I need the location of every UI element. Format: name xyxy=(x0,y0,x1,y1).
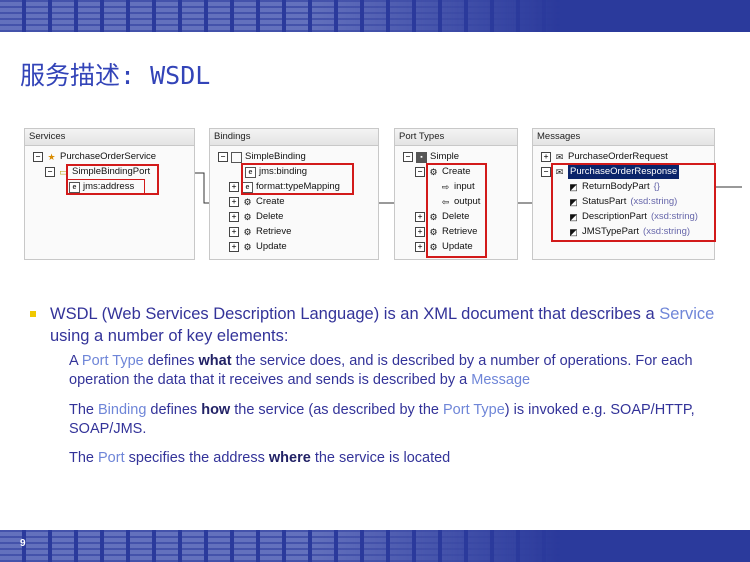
highlight-box-jms-address xyxy=(66,179,145,195)
service-item[interactable]: − ★ PurchaseOrderService xyxy=(33,150,156,164)
operation-label: Retrieve xyxy=(256,226,292,237)
binding-op-create[interactable]: + ⚙ Create xyxy=(229,195,285,209)
binding-item[interactable]: − SimpleBinding xyxy=(218,150,306,164)
port-types-header: Port Types xyxy=(395,129,517,146)
collapse-icon[interactable]: − xyxy=(45,167,55,177)
term-port: Port xyxy=(98,450,125,466)
text-span: A xyxy=(69,353,82,369)
top-banner xyxy=(0,0,750,32)
collapse-icon[interactable]: − xyxy=(541,167,551,177)
envelope-icon: ✉ xyxy=(555,152,564,162)
expand-icon[interactable]: + xyxy=(229,212,239,222)
binding-op-retrieve[interactable]: + ⚙ Retrieve xyxy=(229,225,291,239)
text-span: WSDL (Web Services Description Language)… xyxy=(50,305,660,323)
operation-label: Update xyxy=(256,241,287,252)
sub-point-port: The Port specifies the address where the… xyxy=(69,449,739,468)
port-type-item[interactable]: − ▪ Simple xyxy=(403,150,459,164)
term-message: Message xyxy=(471,372,531,388)
operation-label: Delete xyxy=(256,211,284,222)
sub-point-port-type: A Port Type defines what the service doe… xyxy=(69,352,739,390)
expand-icon[interactable]: + xyxy=(415,242,425,252)
highlight-box-bindings xyxy=(241,163,354,195)
services-header: Services xyxy=(25,129,194,146)
binding-icon xyxy=(231,151,242,163)
banner-pattern-lines xyxy=(0,530,560,562)
operation-icon: ⚙ xyxy=(243,242,252,252)
collapse-icon[interactable]: − xyxy=(218,152,228,162)
service-label: PurchaseOrderService xyxy=(60,151,157,162)
collapse-icon[interactable]: − xyxy=(403,152,413,162)
collapse-icon[interactable]: − xyxy=(415,167,425,177)
term-port-type: Port Type xyxy=(81,353,144,369)
expand-icon[interactable]: + xyxy=(415,227,425,237)
banner-pattern-lines xyxy=(0,0,560,32)
expand-icon[interactable]: + xyxy=(229,197,239,207)
operation-icon: ⚙ xyxy=(243,227,252,237)
term-port-type: Port Type xyxy=(443,402,505,418)
operation-icon: ⚙ xyxy=(243,197,252,207)
expand-icon[interactable]: + xyxy=(229,242,239,252)
operation-icon: ⚙ xyxy=(243,212,252,222)
binding-label: SimpleBinding xyxy=(245,151,306,162)
term-service: Service xyxy=(659,305,715,323)
keyword-what: what xyxy=(198,353,232,369)
text-span: defines xyxy=(146,402,202,418)
service-icon: ★ xyxy=(47,152,56,162)
highlight-box-port-types xyxy=(426,163,487,258)
expand-icon[interactable]: + xyxy=(541,152,551,162)
operation-label: Create xyxy=(256,196,285,207)
sub-point-binding: The Binding defines how the service (as … xyxy=(69,401,739,439)
binding-op-delete[interactable]: + ⚙ Delete xyxy=(229,210,283,224)
bottom-banner xyxy=(0,530,750,562)
term-binding: Binding xyxy=(98,402,147,418)
text-span: defines xyxy=(143,353,199,369)
port-type-label: Simple xyxy=(430,151,460,162)
text-span: using a number of key elements: xyxy=(50,327,289,345)
binding-op-update[interactable]: + ⚙ Update xyxy=(229,240,287,254)
expand-icon[interactable]: + xyxy=(229,182,239,192)
messages-header: Messages xyxy=(533,129,714,146)
text-span: the service (as described by the xyxy=(230,402,443,418)
text-span: the service is located xyxy=(310,450,451,466)
bindings-header: Bindings xyxy=(210,129,378,146)
keyword-how: how xyxy=(201,402,231,418)
main-bullet: WSDL (Web Services Description Language)… xyxy=(30,303,732,347)
expand-icon[interactable]: + xyxy=(229,227,239,237)
text-span: specifies the address xyxy=(124,450,269,466)
page-number: 9 xyxy=(20,538,26,549)
highlight-box-messages xyxy=(551,163,716,242)
message-label: PurchaseOrderRequest xyxy=(568,151,668,162)
text-span: The xyxy=(69,450,99,466)
bullet-square-icon xyxy=(30,311,36,317)
text-span: The xyxy=(69,402,99,418)
expand-icon[interactable]: + xyxy=(415,212,425,222)
collapse-icon[interactable]: − xyxy=(33,152,43,162)
port-type-icon: ▪ xyxy=(416,151,427,163)
main-bullet-text: WSDL (Web Services Description Language)… xyxy=(50,303,732,347)
message-request-item[interactable]: + ✉ PurchaseOrderRequest xyxy=(541,150,668,164)
slide-title: 服务描述: WSDL xyxy=(20,61,211,90)
keyword-where: where xyxy=(268,450,311,466)
